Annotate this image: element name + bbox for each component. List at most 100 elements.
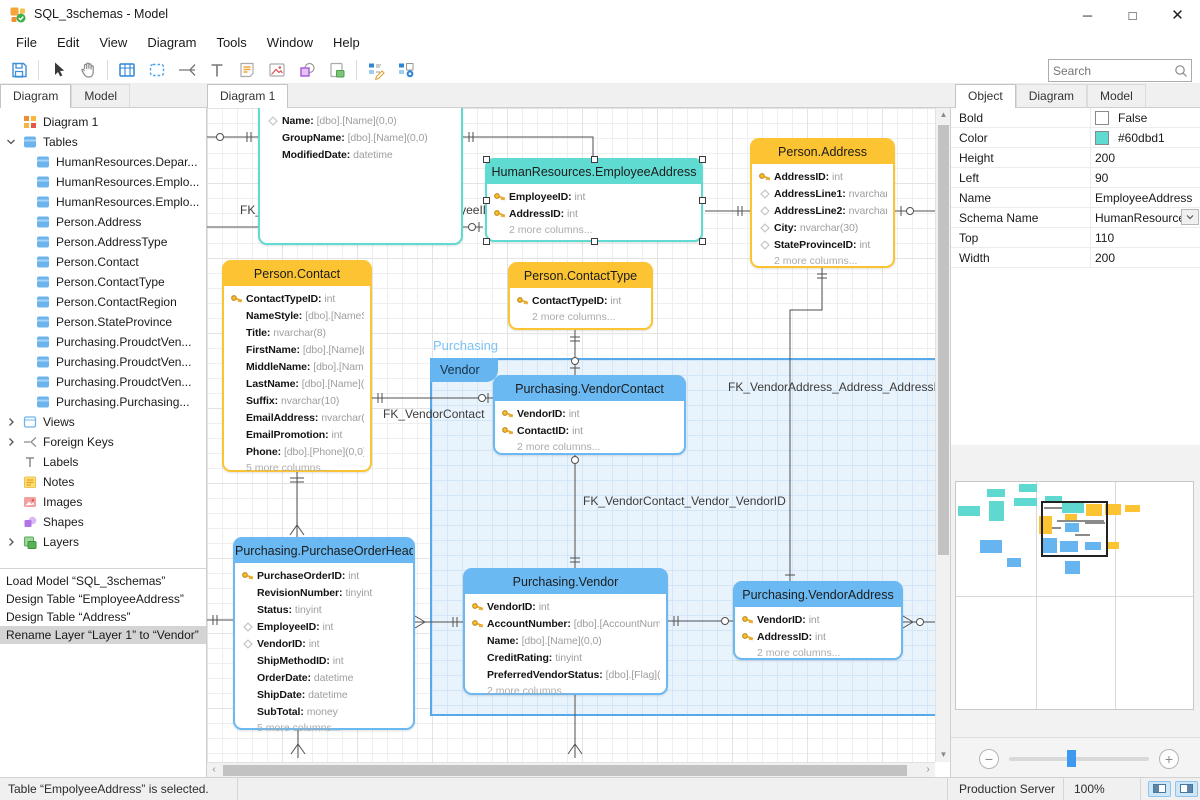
- property-value[interactable]: 110: [1090, 228, 1200, 247]
- zoom-out-button[interactable]: −: [979, 749, 999, 769]
- property-row-left[interactable]: Left90: [951, 168, 1200, 188]
- menu-help[interactable]: Help: [323, 30, 370, 56]
- table-title[interactable]: Person.Contact: [224, 262, 370, 286]
- property-value[interactable]: HumanResources: [1090, 208, 1200, 227]
- chevron-right-icon[interactable]: [4, 535, 23, 549]
- table-title[interactable]: Person.ContactType: [510, 264, 651, 288]
- overview-minimap[interactable]: [955, 481, 1194, 710]
- selection-handle[interactable]: [483, 156, 490, 163]
- selection-handle[interactable]: [699, 156, 706, 163]
- property-row-color[interactable]: Color#60dbd1: [951, 128, 1200, 148]
- property-row-bold[interactable]: BoldFalse: [951, 108, 1200, 128]
- sidebar-item-purchasing-proudctven-[interactable]: Purchasing.ProudctVen...: [0, 332, 206, 352]
- history-item[interactable]: Load Model “SQL_3schemas”: [0, 572, 206, 590]
- status-server[interactable]: Production Server: [959, 778, 1055, 800]
- scroll-down-icon[interactable]: ▼: [936, 748, 951, 762]
- property-value[interactable]: 200: [1090, 248, 1200, 267]
- diagram-table-person-contact[interactable]: Person.ContactContactTypeID:intNameStyle…: [222, 260, 372, 472]
- sidebar-item-person-addresstype[interactable]: Person.AddressType: [0, 232, 206, 252]
- sidebar-tab-diagram[interactable]: Diagram: [0, 84, 71, 108]
- checkbox[interactable]: [1095, 111, 1109, 125]
- sidebar-item-person-contact[interactable]: Person.Contact: [0, 252, 206, 272]
- scroll-up-icon[interactable]: ▲: [936, 108, 951, 122]
- property-row-name[interactable]: NameEmployeeAddress: [951, 188, 1200, 208]
- chevron-right-icon[interactable]: [4, 435, 23, 449]
- horizontal-scroll-thumb[interactable]: [223, 765, 907, 776]
- sidebar-item-purchasing-proudctven-[interactable]: Purchasing.ProudctVen...: [0, 352, 206, 372]
- sidebar-item-views[interactable]: Views: [0, 412, 206, 432]
- sidebar-item-person-stateprovince[interactable]: Person.StateProvince: [0, 312, 206, 332]
- fk-label[interactable]: FK_VendorContact: [383, 407, 484, 421]
- zoom-slider-handle[interactable]: [1067, 750, 1076, 767]
- relation-icon[interactable]: [172, 58, 202, 82]
- menu-file[interactable]: File: [6, 30, 47, 56]
- panel-tab-object[interactable]: Object: [955, 84, 1016, 108]
- sidebar-item-person-contactregion[interactable]: Person.ContactRegion: [0, 292, 206, 312]
- minimize-button[interactable]: ─: [1065, 0, 1110, 30]
- menu-diagram[interactable]: Diagram: [137, 30, 206, 56]
- diagram-table-department-partial[interactable]: Name:[dbo].[Name](0,0)GroupName:[dbo].[N…: [258, 108, 463, 245]
- menu-view[interactable]: View: [89, 30, 137, 56]
- history-item[interactable]: Design Table “Address”: [0, 608, 206, 626]
- selection-handle[interactable]: [591, 156, 598, 163]
- cursor-icon[interactable]: [43, 58, 73, 82]
- sidebar-item-notes[interactable]: Notes: [0, 472, 206, 492]
- scroll-right-icon[interactable]: ›: [921, 763, 935, 778]
- save-icon[interactable]: [4, 58, 34, 82]
- model-sync-icon[interactable]: [391, 58, 421, 82]
- shape-icon[interactable]: [292, 58, 322, 82]
- selection-handle[interactable]: [483, 197, 490, 204]
- diagram-table-vendor-address[interactable]: Purchasing.VendorAddressVendorID:intAddr…: [733, 581, 903, 660]
- chevron-down-icon[interactable]: [4, 135, 23, 149]
- property-value[interactable]: 90: [1090, 168, 1200, 187]
- sidebar-item-purchasing-proudctven-[interactable]: Purchasing.ProudctVen...: [0, 372, 206, 392]
- sidebar-item-images[interactable]: Images: [0, 492, 206, 512]
- property-row-height[interactable]: Height200: [951, 148, 1200, 168]
- toggle-left-panel-icon[interactable]: [1148, 781, 1171, 797]
- menu-window[interactable]: Window: [257, 30, 323, 56]
- sidebar-item-layers[interactable]: Layers: [0, 532, 206, 552]
- sidebar-item-labels[interactable]: Labels: [0, 452, 206, 472]
- sidebar-item-humanresources-depar-[interactable]: HumanResources.Depar...: [0, 152, 206, 172]
- new-table-icon[interactable]: [112, 58, 142, 82]
- zoom-in-button[interactable]: +: [1159, 749, 1179, 769]
- selection-handle[interactable]: [699, 238, 706, 245]
- sidebar-item-purchasing-purchasing-[interactable]: Purchasing.Purchasing...: [0, 392, 206, 412]
- diagram-table-purchase-order-header[interactable]: Purchasing.PurchaseOrderHeaderPurchaseOr…: [233, 537, 415, 730]
- sidebar-item-humanresources-emplo-[interactable]: HumanResources.Emplo...: [0, 192, 206, 212]
- diagram-table-person-address[interactable]: Person.AddressAddressID:intAddressLine1:…: [750, 138, 895, 268]
- diagram-table-vendor[interactable]: Purchasing.VendorVendorID:intAccountNumb…: [463, 568, 668, 695]
- dropdown-arrow-icon[interactable]: [1181, 209, 1199, 225]
- property-value[interactable]: EmployeeAddress: [1090, 188, 1200, 207]
- toggle-right-panel-icon[interactable]: [1175, 781, 1198, 797]
- sidebar-item-diagram-1[interactable]: Diagram 1: [0, 112, 206, 132]
- table-title[interactable]: Purchasing.Vendor: [465, 570, 666, 594]
- color-swatch[interactable]: [1095, 131, 1109, 145]
- fk-label[interactable]: FK_VendorAddress_Address_AddressID: [728, 380, 935, 394]
- sidebar-item-person-address[interactable]: Person.Address: [0, 212, 206, 232]
- model-design-icon[interactable]: [361, 58, 391, 82]
- layer-icon[interactable]: [322, 58, 352, 82]
- diagram-table-person-contacttype[interactable]: Person.ContactTypeContactTypeID:int2 mor…: [508, 262, 653, 330]
- note-icon[interactable]: [232, 58, 262, 82]
- image-icon[interactable]: [262, 58, 292, 82]
- chevron-right-icon[interactable]: [4, 415, 23, 429]
- table-title[interactable]: Purchasing.VendorContact: [495, 377, 684, 401]
- zoom-slider-track[interactable]: [1009, 757, 1149, 761]
- sidebar-item-person-contacttype[interactable]: Person.ContactType: [0, 272, 206, 292]
- table-title[interactable]: Purchasing.PurchaseOrderHeader: [235, 539, 413, 563]
- scroll-left-icon[interactable]: ‹: [207, 763, 221, 778]
- fk-label[interactable]: FK_VendorContact_Vendor_VendorID: [583, 494, 786, 508]
- menu-tools[interactable]: Tools: [206, 30, 256, 56]
- hand-icon[interactable]: [73, 58, 103, 82]
- table-title[interactable]: Person.Address: [752, 140, 893, 164]
- property-value[interactable]: #60dbd1: [1090, 128, 1200, 147]
- canvas-tab-diagram-1[interactable]: Diagram 1: [207, 84, 288, 108]
- property-value[interactable]: False: [1090, 108, 1200, 127]
- selection-icon[interactable]: [142, 58, 172, 82]
- sidebar-item-humanresources-emplo-[interactable]: HumanResources.Emplo...: [0, 172, 206, 192]
- sidebar-tab-model[interactable]: Model: [71, 84, 130, 107]
- horizontal-scrollbar[interactable]: ‹ ›: [207, 762, 935, 777]
- selection-handle[interactable]: [591, 238, 598, 245]
- search-input[interactable]: [1049, 64, 1171, 78]
